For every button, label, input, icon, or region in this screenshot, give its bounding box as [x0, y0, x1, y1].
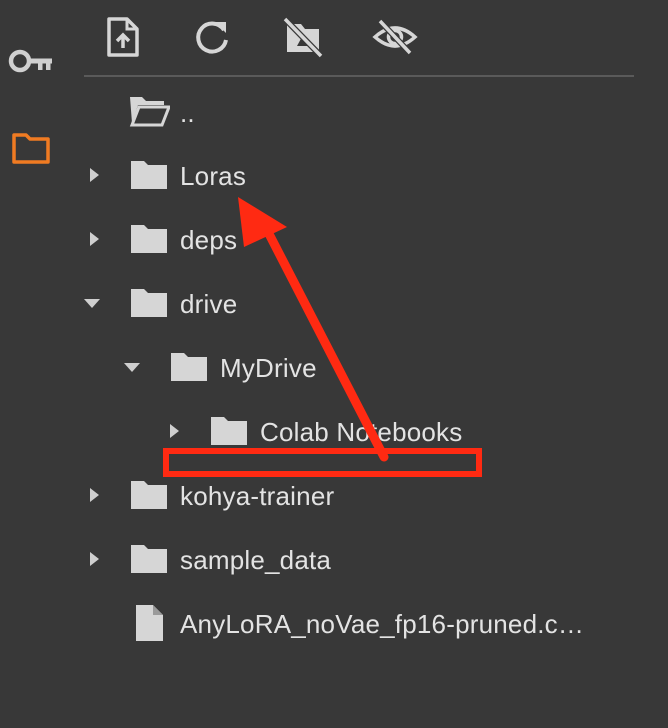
- folder-icon: [208, 413, 250, 449]
- upload-file-icon[interactable]: [100, 14, 146, 60]
- tree-item-kohya-trainer[interactable]: kohya-trainer: [84, 467, 634, 523]
- hide-drive-icon[interactable]: [280, 14, 326, 60]
- caret-down-icon[interactable]: [82, 293, 102, 313]
- folder-icon: [128, 285, 170, 321]
- caret-right-icon[interactable]: [84, 549, 104, 569]
- tree-item-label: drive: [180, 289, 238, 319]
- caret-right-icon[interactable]: [164, 421, 184, 441]
- tree-item-deps[interactable]: deps: [84, 211, 634, 267]
- hide-hidden-files-icon[interactable]: [372, 14, 418, 60]
- refresh-icon[interactable]: [189, 14, 235, 60]
- tree-item-drive[interactable]: drive: [84, 275, 634, 331]
- caret-right-icon[interactable]: [84, 485, 104, 505]
- tree-item-label: kohya-trainer: [180, 481, 335, 511]
- tree-item-label: Loras: [180, 161, 247, 191]
- tree-item-label: Colab Notebooks: [260, 417, 463, 447]
- tree-item-mydrive[interactable]: MyDrive: [124, 339, 634, 395]
- tree-item-label: AnyLoRA_noVae_fp16-pruned.c…: [180, 609, 585, 639]
- secrets-key-icon[interactable]: [6, 44, 56, 78]
- tree-item-loras[interactable]: Loras: [84, 147, 634, 203]
- caret-down-icon[interactable]: [122, 357, 142, 377]
- folder-icon: [128, 157, 170, 193]
- folder-icon: [128, 477, 170, 513]
- caret-right-icon[interactable]: [84, 229, 104, 249]
- tree-item-sample-data[interactable]: sample_data: [84, 531, 634, 587]
- files-folder-icon[interactable]: [8, 128, 54, 168]
- file-icon: [128, 603, 170, 643]
- tree-item-parent[interactable]: ..: [84, 83, 634, 139]
- tree-item-label: sample_data: [180, 545, 332, 575]
- tree-item-label: ..: [180, 98, 195, 128]
- tree-item-colab-notebooks[interactable]: Colab Notebooks: [164, 403, 634, 459]
- tree-item-label: deps: [180, 225, 238, 255]
- tree-item-label: MyDrive: [220, 353, 317, 383]
- toolbar-divider: [84, 75, 634, 77]
- folder-open-icon: [128, 93, 170, 129]
- tree-item-anylora-file[interactable]: AnyLoRA_noVae_fp16-pruned.c…: [84, 595, 634, 651]
- folder-icon: [128, 221, 170, 257]
- folder-icon: [128, 541, 170, 577]
- folder-icon: [168, 349, 210, 385]
- caret-right-icon[interactable]: [84, 165, 104, 185]
